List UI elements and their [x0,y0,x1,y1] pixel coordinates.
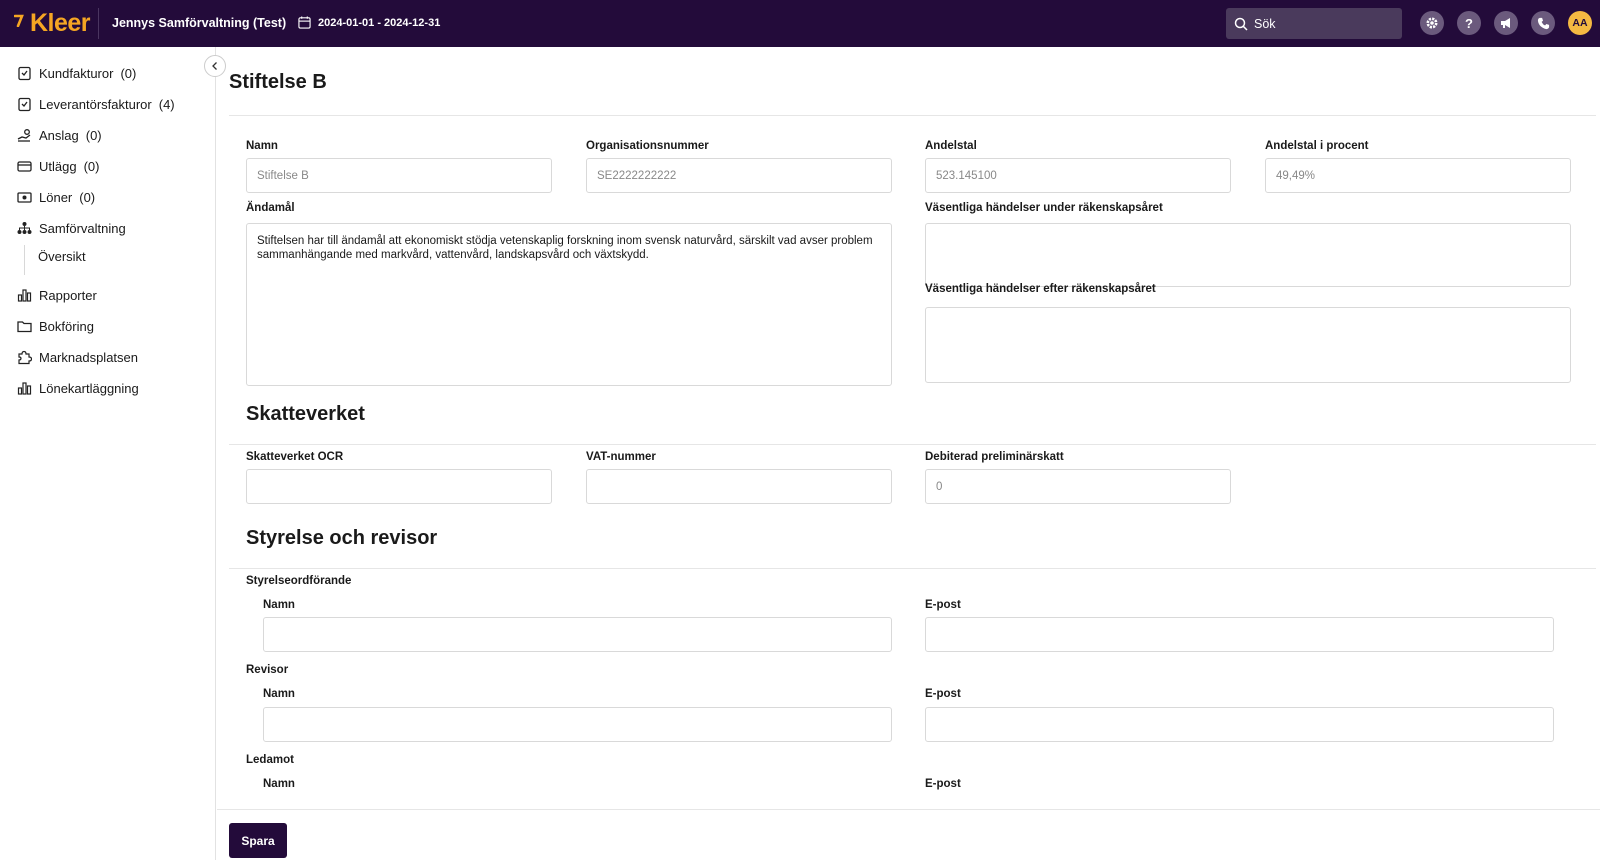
sidebar-item-label: Bokföring [39,318,94,334]
bar-chart-icon [17,381,32,395]
user-avatar[interactable]: AA [1568,11,1592,35]
sidebar-item-kundfakturor[interactable]: Kundfakturor (0) [17,63,136,83]
revisor-heading: Revisor [246,664,289,676]
styrelseordforande-heading: Styrelseordförande [246,575,352,587]
namn-field[interactable] [246,158,552,193]
sidebar-item-count: (0) [85,127,102,143]
ordforande-namn-label: Namn [263,599,295,611]
title-divider [229,115,1596,116]
sidebar-item-label: Utlägg [39,158,77,174]
sidebar-item-count: (4) [158,96,175,112]
revisor-epost-label: E-post [925,688,961,700]
search-input[interactable] [1254,16,1394,31]
search-icon [1234,17,1248,31]
ledamot-namn-label: Namn [263,778,295,790]
skatteverket-divider [229,444,1596,445]
supplier-invoice-icon [18,97,31,111]
revisor-namn-label: Namn [263,688,295,700]
salary-icon [17,191,32,203]
sidebar-item-count: (0) [120,65,137,81]
skatteverket-section-title: Skatteverket [246,403,365,425]
sidebar-item-count: (0) [83,158,100,174]
help-icon[interactable]: ? [1457,11,1481,35]
revisor-namn-field[interactable] [263,707,892,742]
sidebar-item-label: Samförvaltning [39,220,126,236]
main-content: Stiftelse B Namn Organisationsnummer And… [217,47,1600,860]
folder-icon [17,320,32,332]
search-box[interactable] [1226,8,1402,39]
skatteverket-ocr-label: Skatteverket OCR [246,451,344,463]
andamal-textarea[interactable]: Stiftelsen har till ändamål att ekonomis… [246,223,892,386]
ordforande-epost-label: E-post [925,599,961,611]
sidebar-item-loner[interactable]: Löner (0) [17,187,95,207]
logo-text: Kleer [30,8,91,37]
sidebar-item-anslag[interactable]: Anslag (0) [17,125,102,145]
announcement-megaphone-icon[interactable] [1494,11,1518,35]
vat-nummer-label: VAT-nummer [586,451,656,463]
organisationsnummer-field[interactable] [586,158,892,193]
logo-divider [98,8,99,39]
andelstal-procent-field[interactable] [1265,158,1571,193]
sidebar-subitem-oversikt[interactable]: Översikt [38,249,86,264]
skatteverket-ocr-field[interactable] [246,469,552,504]
chevron-left-icon [212,62,217,70]
ledamot-epost-label: E-post [925,778,961,790]
submenu-line [24,245,25,275]
sidebar-item-leverantorsfakturor[interactable]: Leverantörsfakturor (4) [17,94,175,114]
collapse-sidebar-button[interactable] [204,55,226,77]
sidebar-item-utlagg[interactable]: Utlägg (0) [17,156,99,176]
period-text: 2024-01-01 - 2024-12-31 [318,16,441,29]
ledamot-heading: Ledamot [246,754,294,766]
save-bar-divider [217,809,1600,810]
vasentliga-under-textarea[interactable] [925,223,1571,287]
styrelse-section-title: Styrelse och revisor [246,527,438,549]
sidebar-item-label: Marknadsplatsen [39,349,138,365]
styrelse-divider [229,568,1596,569]
revisor-epost-field[interactable] [925,707,1554,742]
andamal-label: Ändamål [246,202,295,214]
vasentliga-efter-label: Väsentliga händelser efter räkenskapsåre… [925,283,1156,295]
save-button[interactable]: Spara [229,823,287,858]
preliminarskatt-label: Debiterad preliminärskatt [925,451,1064,463]
andelstal-label: Andelstal [925,140,977,152]
expense-card-icon [17,160,32,172]
puzzle-icon [18,350,32,364]
sidebar-item-label: Löner [39,189,73,205]
sidebar-item-marknadsplatsen[interactable]: Marknadsplatsen [17,347,138,367]
sidebar-item-lonekartlaggning[interactable]: Lönekartläggning [17,378,139,398]
kleer-logo[interactable]: Kleer [14,8,91,37]
sidebar-item-samforvaltning[interactable]: Samförvaltning [17,218,126,238]
vat-nummer-field[interactable] [586,469,892,504]
org-chart-icon [17,221,32,234]
customer-invoice-icon [18,66,31,80]
sidebar-navigation: Kundfakturor (0) Leverantörsfakturor (4)… [0,47,216,860]
sidebar-item-label: Anslag [39,127,79,143]
fiscal-period[interactable]: 2024-01-01 - 2024-12-31 [298,16,440,29]
ordforande-epost-field[interactable] [925,617,1554,652]
ordforande-namn-field[interactable] [263,617,892,652]
andelstal-procent-label: Andelstal i procent [1265,140,1369,152]
namn-label: Namn [246,140,278,152]
bar-chart-icon [17,288,32,302]
sidebar-item-rapporter[interactable]: Rapporter [17,285,97,305]
company-name[interactable]: Jennys Samförvaltning (Test) [112,16,286,30]
phone-icon[interactable] [1531,11,1555,35]
andelstal-field[interactable] [925,158,1231,193]
calendar-icon [298,16,311,29]
sidebar-item-count: (0) [79,189,96,205]
vasentliga-efter-textarea[interactable] [925,307,1571,383]
vasentliga-under-label: Väsentliga händelser under räkenskapsåre… [925,202,1163,214]
preliminarskatt-field[interactable] [925,469,1231,504]
sidebar-item-label: Kundfakturor [39,65,114,81]
sidebar-item-label: Leverantörsfakturor [39,96,152,112]
sidebar-item-label: Lönekartläggning [39,380,139,396]
sidebar-item-bokforing[interactable]: Bokföring [17,316,94,336]
settings-gear-icon[interactable] [1420,11,1444,35]
grant-icon [17,128,31,142]
sidebar-item-label: Rapporter [39,287,97,303]
page-title: Stiftelse B [229,71,327,93]
top-navigation-bar: Kleer Jennys Samförvaltning (Test) 2024-… [0,0,1600,47]
organisationsnummer-label: Organisationsnummer [586,140,709,152]
